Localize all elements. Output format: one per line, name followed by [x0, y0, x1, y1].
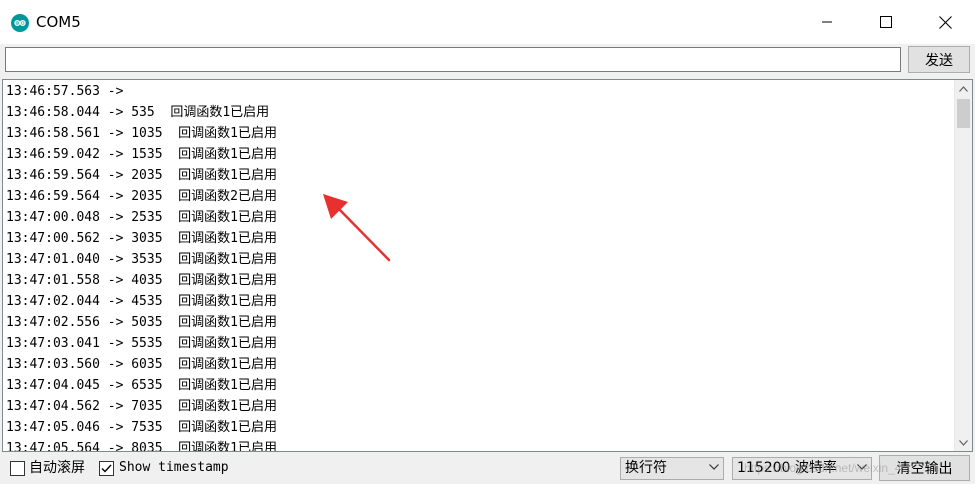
chevron-down-icon [857, 464, 867, 470]
timestamp-checkbox[interactable] [99, 461, 114, 476]
serial-output[interactable]: 13:46:57.563 -> 13:46:58.044 -> 535 回调函数… [2, 79, 973, 452]
timestamp-label: Show timestamp [119, 460, 229, 475]
annotation-arrow-shaft [334, 204, 391, 262]
log-line: 13:46:58.044 -> 535 回调函数1已启用 [6, 105, 270, 120]
autoscroll-label: 自动滚屏 [29, 460, 85, 476]
log-line: 13:46:57.563 -> [6, 84, 124, 99]
log-line: 13:46:59.042 -> 1535 回调函数1已启用 [6, 147, 278, 162]
log-line: 13:46:59.564 -> 2035 回调函数2已启用 [6, 189, 278, 204]
log-line: 13:47:00.048 -> 2535 回调函数1已启用 [6, 210, 278, 225]
autoscroll-checkbox[interactable] [10, 461, 25, 476]
log-line: 13:47:04.045 -> 6535 回调函数1已启用 [6, 378, 278, 393]
baud-rate-value: 115200 波特率 [737, 460, 837, 476]
clear-output-button[interactable]: 清空输出 [879, 455, 970, 481]
log-line: 13:47:00.562 -> 3035 回调函数1已启用 [6, 231, 278, 246]
chevron-down-icon [709, 464, 719, 470]
title-bar: COM5 [0, 0, 975, 45]
line-ending-select[interactable]: 换行符 [620, 457, 724, 480]
log-line: 13:47:03.560 -> 6035 回调函数1已启用 [6, 357, 278, 372]
annotation-arrow-head [323, 194, 348, 219]
send-button[interactable]: 发送 [908, 46, 970, 73]
checkmark-icon [101, 464, 112, 473]
log-line: 13:47:02.556 -> 5035 回调函数1已启用 [6, 315, 278, 330]
maximize-button[interactable] [856, 0, 916, 44]
log-line: 13:47:01.040 -> 3535 回调函数1已启用 [6, 252, 278, 267]
close-button[interactable] [915, 0, 975, 44]
log-line: 13:47:02.044 -> 4535 回调函数1已启用 [6, 294, 278, 309]
log-line: 13:47:05.046 -> 7535 回调函数1已启用 [6, 420, 278, 435]
window-title: COM5 [36, 13, 81, 31]
log-line: 13:47:01.558 -> 4035 回调函数1已启用 [6, 273, 278, 288]
send-input[interactable] [5, 47, 901, 72]
chevron-up-icon [959, 85, 968, 92]
minimize-button[interactable] [797, 0, 857, 44]
arduino-icon [11, 14, 29, 32]
log-line: 13:46:59.564 -> 2035 回调函数1已启用 [6, 168, 278, 183]
minimize-icon [822, 21, 832, 23]
log-line: 13:46:58.561 -> 1035 回调函数1已启用 [6, 126, 278, 141]
scroll-thumb[interactable] [957, 99, 970, 128]
scroll-up-button[interactable] [955, 80, 972, 97]
vertical-scrollbar[interactable] [954, 80, 972, 451]
log-line: 13:47:05.564 -> 8035 回调函数1已启用 [6, 441, 278, 452]
chevron-down-icon [959, 439, 968, 446]
close-icon [938, 15, 952, 29]
baud-rate-select[interactable]: 115200 波特率 [732, 457, 872, 480]
scroll-down-button[interactable] [955, 434, 972, 451]
log-line: 13:47:04.562 -> 7035 回调函数1已启用 [6, 399, 278, 414]
line-ending-value: 换行符 [625, 460, 667, 476]
maximize-icon [880, 16, 892, 28]
log-line: 13:47:03.041 -> 5535 回调函数1已启用 [6, 336, 278, 351]
